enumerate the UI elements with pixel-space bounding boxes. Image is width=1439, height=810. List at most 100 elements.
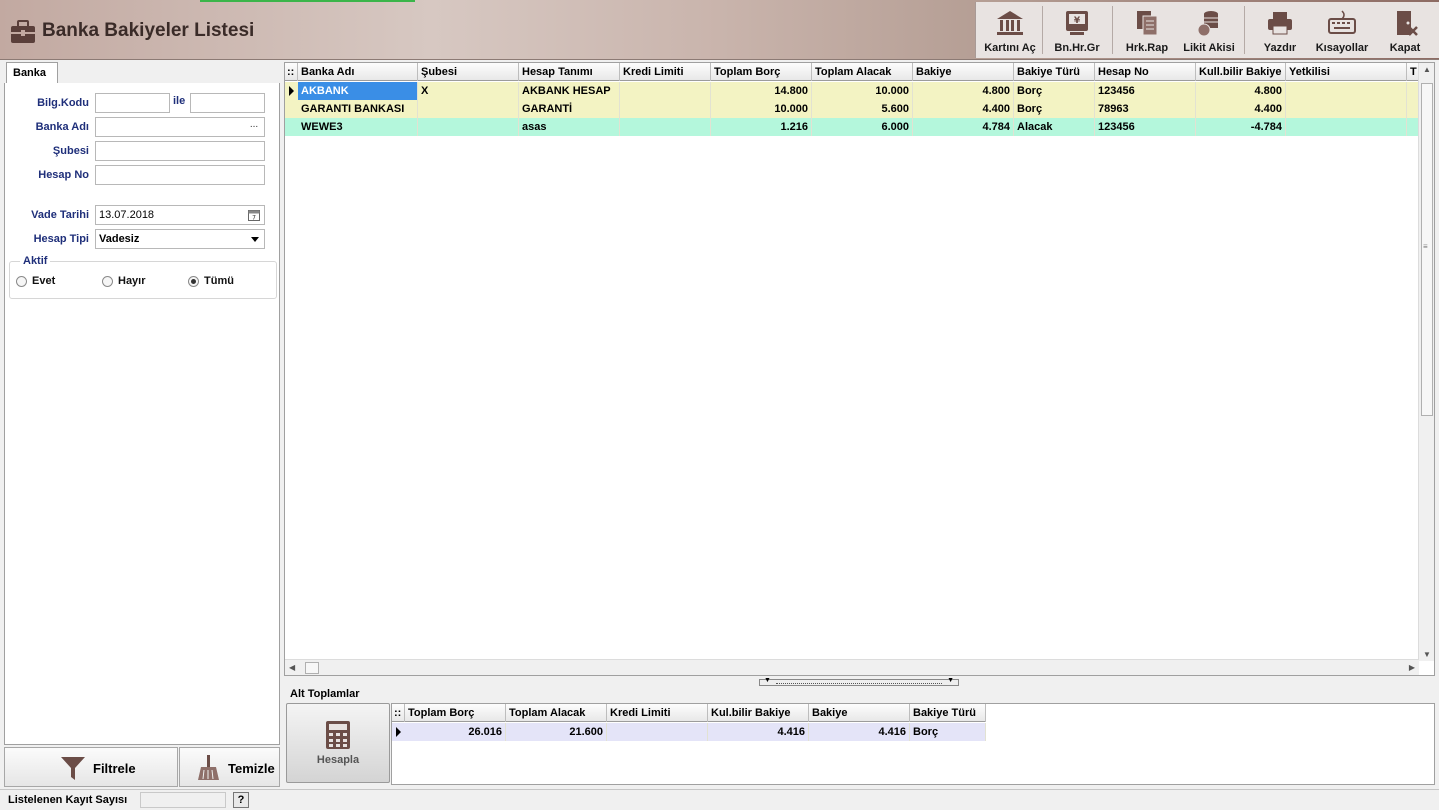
cell-subesi[interactable] (418, 118, 519, 136)
cell-kull-bilir-bakiye[interactable]: -4.784 (1196, 118, 1286, 136)
col-bakiye-turu[interactable]: Bakiye Türü (1014, 63, 1095, 81)
cell-hesap-tanimi[interactable]: AKBANK HESAP (519, 82, 620, 100)
bilg-kodu-end-input[interactable] (190, 93, 265, 113)
cell-banka-adi[interactable]: AKBANK (298, 82, 418, 100)
banka-adi-input[interactable]: ... (95, 117, 265, 137)
cell-bakiye-turu[interactable]: Alacak (1014, 118, 1095, 136)
aktif-radio-evet[interactable]: Evet (16, 275, 55, 287)
kartini-ac-button[interactable]: Kartını Aç (978, 2, 1042, 58)
cell-bakiye[interactable]: 4.784 (913, 118, 1014, 136)
vertical-scrollbar[interactable]: ▲ ≡ ▼ (1418, 63, 1434, 661)
vertical-scroll-thumb[interactable]: ≡ (1421, 83, 1433, 416)
cell-subesi[interactable]: X (418, 82, 519, 100)
hrk-rap-button[interactable]: Hrk.Rap (1116, 2, 1178, 58)
cell-bakiye[interactable]: 4.800 (913, 82, 1014, 100)
col-kull-bilir-bakiye[interactable]: Kull.bilir Bakiye (1196, 63, 1286, 81)
horizontal-scrollbar[interactable]: ◀ ▶ (285, 659, 1419, 675)
kapat-button[interactable]: Kapat (1378, 2, 1432, 58)
col-bakiye[interactable]: Bakiye (809, 704, 910, 722)
cell-toplam-borc[interactable]: 26.016 (405, 723, 506, 741)
radio-button[interactable] (102, 275, 113, 287)
cell-subesi[interactable] (418, 100, 519, 118)
ile-label: ile (173, 95, 186, 107)
cell-yetkilisi[interactable] (1286, 82, 1407, 100)
vade-tarihi-input[interactable]: 13.07.2018 7 (95, 205, 265, 225)
cell-banka-adi[interactable]: WEWE3 (298, 118, 418, 136)
cell-bakiye[interactable]: 4.416 (809, 723, 910, 741)
col-yetkilisi[interactable]: Yetkilisi (1286, 63, 1407, 81)
cell-toplam-borc[interactable]: 10.000 (711, 100, 812, 118)
totals-grid[interactable]: :: Toplam Borç Toplam Alacak Kredi Limit… (391, 703, 1435, 785)
col-toplam-alacak[interactable]: Toplam Alacak (812, 63, 913, 81)
col-toplam-alacak[interactable]: Toplam Alacak (506, 704, 607, 722)
cell-kredi-limiti[interactable] (620, 82, 711, 100)
col-bakiye-turu[interactable]: Bakiye Türü (910, 704, 986, 722)
col-bakiye[interactable]: Bakiye (913, 63, 1014, 81)
col-kul-bilir-bakiye[interactable]: Kul.bilir Bakiye (708, 704, 809, 722)
col-kredi-limiti[interactable]: Kredi Limiti (620, 63, 711, 81)
cell-yetkilisi[interactable] (1286, 118, 1407, 136)
radio-button[interactable] (16, 275, 27, 287)
bank-balance-grid[interactable]: :: Banka Adı Şubesi Hesap Tanımı Kredi L… (284, 62, 1435, 676)
bn-hr-gr-button[interactable]: ¥ Bn.Hr.Gr (1044, 2, 1110, 58)
cell-toplam-borc[interactable]: 14.800 (711, 82, 812, 100)
cell-kul-bilir-bakiye[interactable]: 4.416 (708, 723, 809, 741)
scroll-left-icon[interactable]: ◀ (289, 663, 295, 672)
col-banka-adi[interactable]: Banka Adı (298, 63, 418, 81)
cell-toplam-alacak[interactable]: 6.000 (812, 118, 913, 136)
panel-splitter[interactable]: ▼ ▼ (759, 677, 959, 686)
table-row[interactable]: GARANTI BANKASI GARANTİ 10.000 5.600 4.4… (285, 100, 1419, 118)
scroll-right-icon[interactable]: ▶ (1409, 663, 1415, 672)
cell-yetkilisi[interactable] (1286, 100, 1407, 118)
chevron-down-icon[interactable] (251, 237, 259, 242)
radio-button-selected[interactable] (188, 275, 199, 287)
aktif-radio-tumu[interactable]: Tümü (188, 275, 234, 287)
horizontal-scroll-thumb[interactable] (305, 662, 319, 674)
cell-kredi-limiti[interactable] (607, 723, 708, 741)
col-hesap-no[interactable]: Hesap No (1095, 63, 1196, 81)
help-icon[interactable]: ? (233, 792, 249, 808)
filtrele-button[interactable]: Filtrele (4, 747, 178, 787)
scroll-up-icon[interactable]: ▲ (1423, 65, 1431, 74)
cell-hesap-tanimi[interactable]: GARANTİ (519, 100, 620, 118)
table-row[interactable]: WEWE3 asas 1.216 6.000 4.784 Alacak 1234… (285, 118, 1419, 136)
cell-bakiye[interactable]: 4.400 (913, 100, 1014, 118)
cell-toplam-alacak[interactable]: 5.600 (812, 100, 913, 118)
bilg-kodu-start-input[interactable] (95, 93, 170, 113)
ellipsis-button[interactable]: ... (247, 120, 261, 134)
likit-akisi-button[interactable]: Likit Akisi (1178, 2, 1240, 58)
hesap-tipi-select[interactable]: Vadesiz (95, 229, 265, 249)
kisayollar-button[interactable]: Kısayollar (1310, 2, 1374, 58)
cell-kull-bilir-bakiye[interactable]: 4.800 (1196, 82, 1286, 100)
col-hesap-tanimi[interactable]: Hesap Tanımı (519, 63, 620, 81)
cell-bakiye-turu[interactable]: Borç (1014, 100, 1095, 118)
cell-hesap-no[interactable]: 123456 (1095, 82, 1196, 100)
col-toplam-borc[interactable]: Toplam Borç (405, 704, 506, 722)
aktif-radio-hayir[interactable]: Hayır (102, 275, 146, 287)
cell-toplam-alacak[interactable]: 10.000 (812, 82, 913, 100)
cell-hesap-no[interactable]: 123456 (1095, 118, 1196, 136)
table-row[interactable]: AKBANK X AKBANK HESAP 14.800 10.000 4.80… (285, 82, 1419, 100)
cell-banka-adi[interactable]: GARANTI BANKASI (298, 100, 418, 118)
cell-kull-bilir-bakiye[interactable]: 4.400 (1196, 100, 1286, 118)
hesap-no-input[interactable] (95, 165, 265, 185)
tab-banka[interactable]: Banka (6, 62, 58, 84)
cell-toplam-alacak[interactable]: 21.600 (506, 723, 607, 741)
cell-kredi-limiti[interactable] (620, 118, 711, 136)
subesi-input[interactable] (95, 141, 265, 161)
cell-kredi-limiti[interactable] (620, 100, 711, 118)
yazdir-button[interactable]: Yazdır (1252, 2, 1308, 58)
scroll-down-icon[interactable]: ▼ (1423, 650, 1431, 659)
totals-row[interactable]: 26.016 21.600 4.416 4.416 Borç (392, 723, 986, 741)
calendar-icon[interactable]: 7 (248, 209, 260, 221)
col-subesi[interactable]: Şubesi (418, 63, 519, 81)
cell-bakiye-turu[interactable]: Borç (1014, 82, 1095, 100)
cell-toplam-borc[interactable]: 1.216 (711, 118, 812, 136)
temizle-button[interactable]: Temizle (179, 747, 280, 787)
cell-bakiye-turu[interactable]: Borç (910, 723, 986, 741)
col-kredi-limiti[interactable]: Kredi Limiti (607, 704, 708, 722)
hesapla-button[interactable]: Hesapla (286, 703, 390, 783)
cell-hesap-no[interactable]: 78963 (1095, 100, 1196, 118)
col-toplam-borc[interactable]: Toplam Borç (711, 63, 812, 81)
cell-hesap-tanimi[interactable]: asas (519, 118, 620, 136)
